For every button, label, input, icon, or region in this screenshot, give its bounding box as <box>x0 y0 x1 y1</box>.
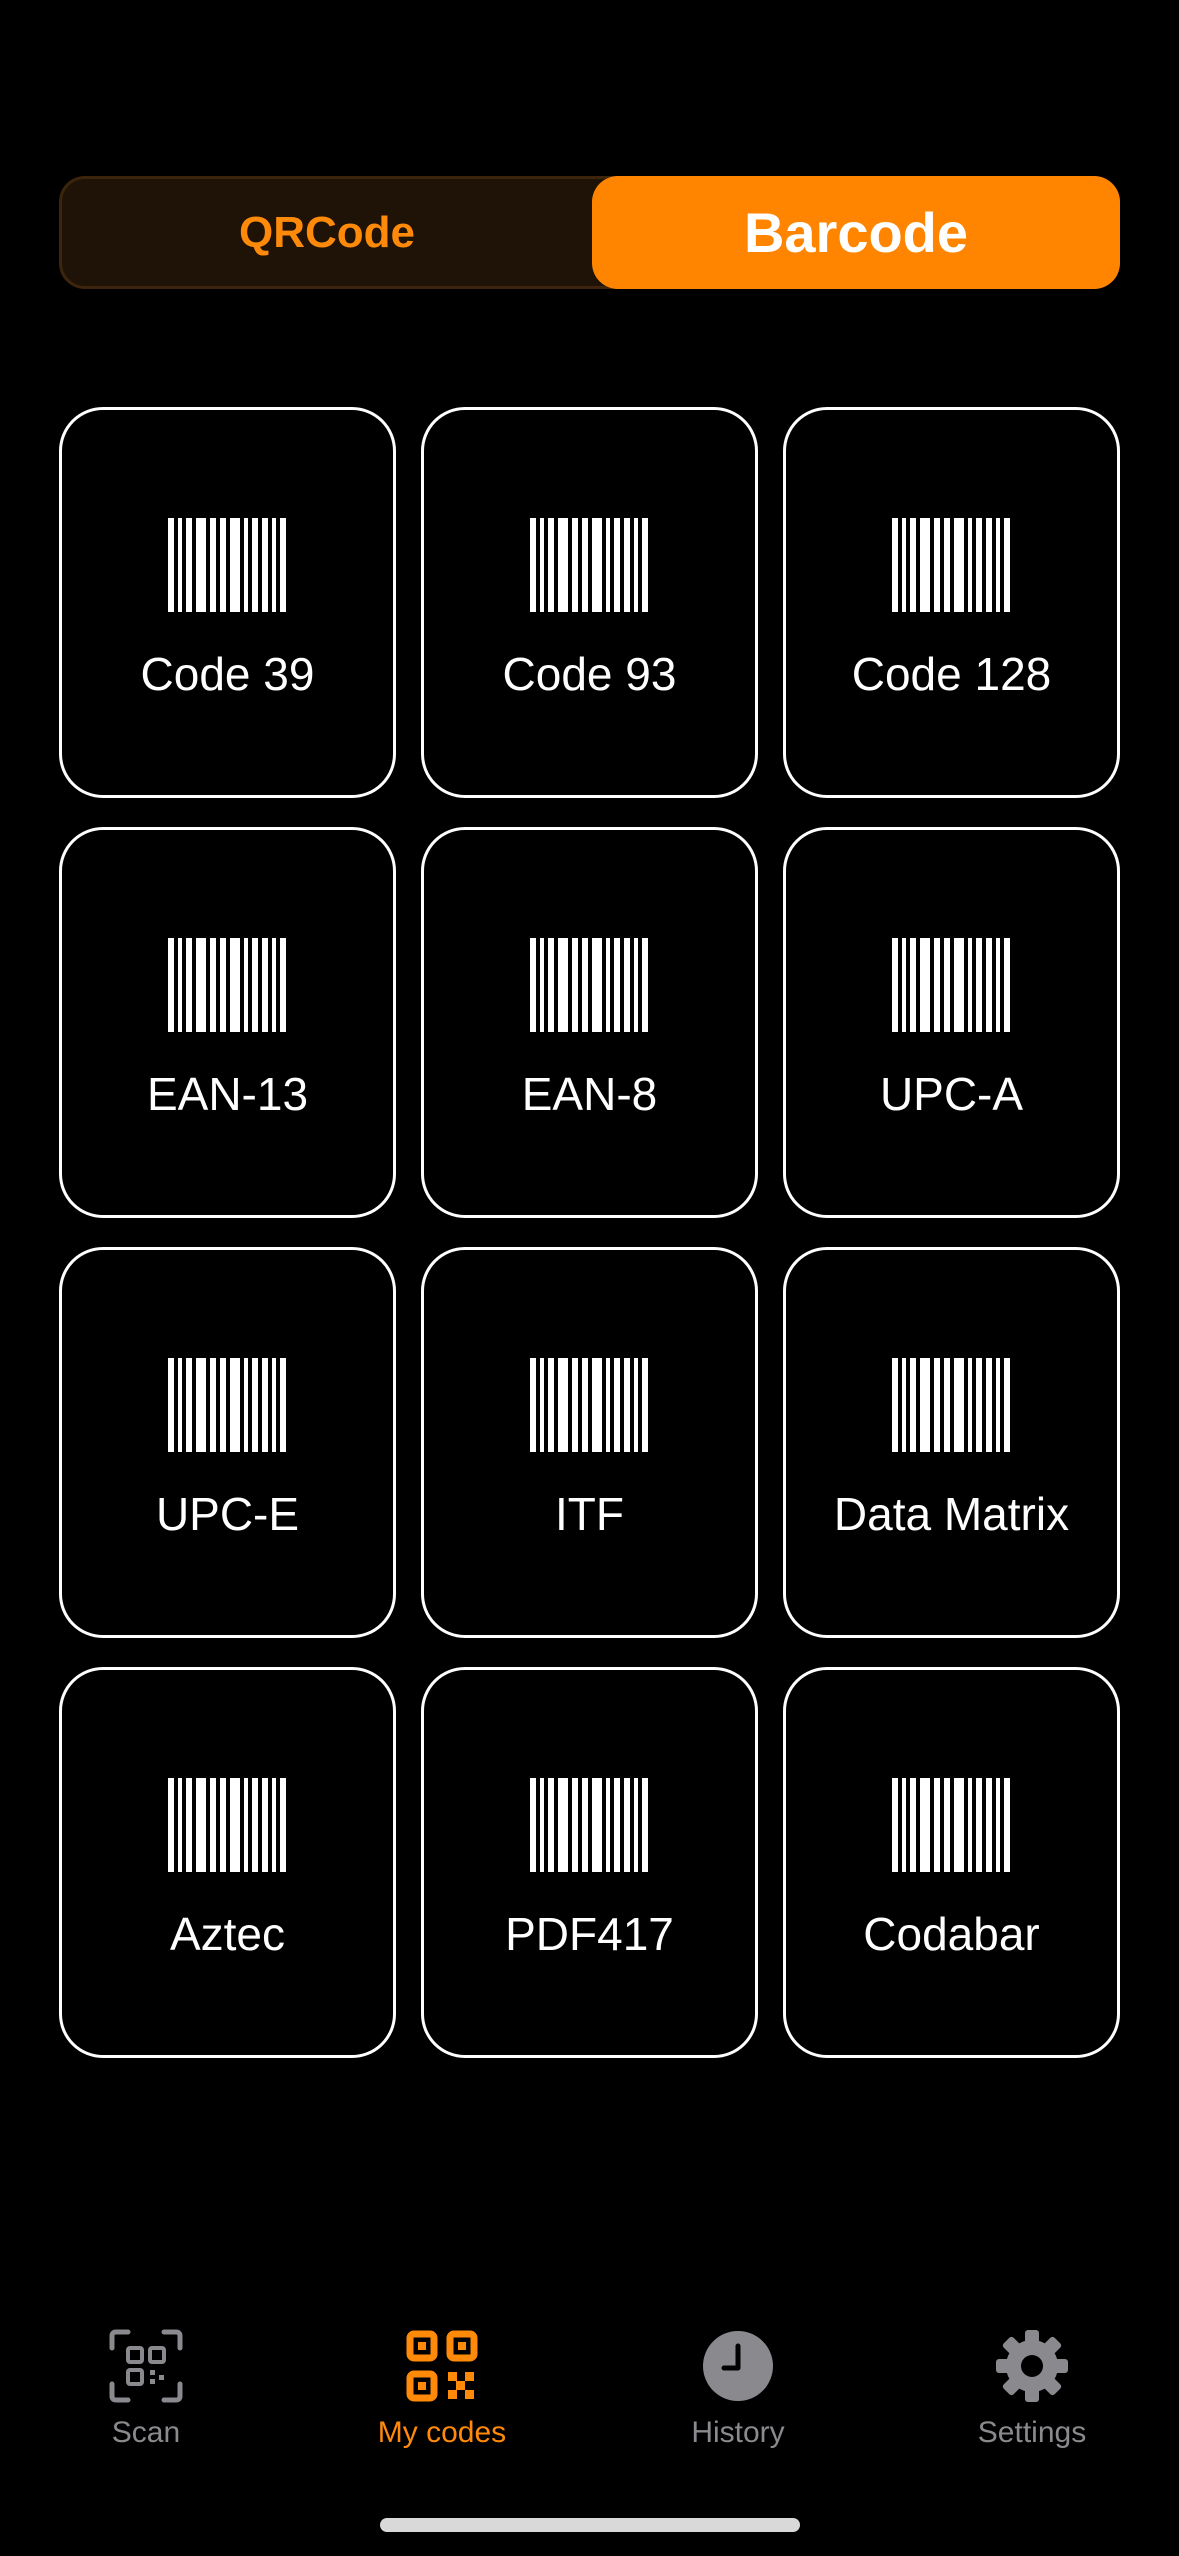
tile-aztec[interactable]: Aztec <box>59 1667 396 2058</box>
qr-code-icon <box>406 2330 478 2402</box>
tile-codabar[interactable]: Codabar <box>783 1667 1120 2058</box>
barcode-icon <box>167 938 286 1032</box>
segment-barcode[interactable]: Barcode <box>592 176 1120 289</box>
tile-code-39[interactable]: Code 39 <box>59 407 396 798</box>
tab-label: Settings <box>977 2416 1087 2449</box>
barcode-icon <box>529 938 648 1032</box>
tile-label: Code 128 <box>851 648 1052 700</box>
barcode-type-grid: Code 39 Code 93 Code 128 EAN-13 EAN-8 UP… <box>59 407 1120 2058</box>
barcode-icon <box>891 518 1010 612</box>
tab-bar: Scan My codes History Settings <box>0 2300 1179 2480</box>
tile-label: Aztec <box>169 1908 286 1960</box>
tab-label: History <box>691 2416 785 2449</box>
tile-upc-e[interactable]: UPC-E <box>59 1247 396 1638</box>
tile-label: EAN-13 <box>146 1068 309 1120</box>
tile-itf[interactable]: ITF <box>421 1247 758 1638</box>
tab-label: My codes <box>377 2416 507 2449</box>
tile-label: Codabar <box>863 1908 1040 1960</box>
code-type-segmented-control: QRCode Barcode <box>59 176 1120 289</box>
tile-code-93[interactable]: Code 93 <box>421 407 758 798</box>
barcode-icon <box>529 518 648 612</box>
tile-label: EAN-8 <box>521 1068 658 1120</box>
barcode-icon <box>529 1358 648 1452</box>
tile-pdf417[interactable]: PDF417 <box>421 1667 758 2058</box>
tile-upc-a[interactable]: UPC-A <box>783 827 1120 1218</box>
home-indicator <box>380 2518 800 2532</box>
tab-my-codes[interactable]: My codes <box>322 2300 562 2460</box>
tab-label: Scan <box>111 2416 181 2449</box>
tile-ean-13[interactable]: EAN-13 <box>59 827 396 1218</box>
tab-history[interactable]: History <box>618 2300 858 2460</box>
tile-label: UPC-E <box>155 1488 300 1540</box>
barcode-icon <box>891 938 1010 1032</box>
tile-code-128[interactable]: Code 128 <box>783 407 1120 798</box>
barcode-icon <box>891 1358 1010 1452</box>
gear-icon <box>996 2330 1068 2402</box>
screen: QRCode Barcode Code 39 Code 93 Code 128 … <box>0 0 1179 2556</box>
barcode-icon <box>529 1778 648 1872</box>
tile-ean-8[interactable]: EAN-8 <box>421 827 758 1218</box>
tab-settings[interactable]: Settings <box>912 2300 1152 2460</box>
barcode-icon <box>167 518 286 612</box>
tab-scan[interactable]: Scan <box>26 2300 266 2460</box>
tile-label: ITF <box>555 1488 624 1540</box>
segment-qrcode[interactable]: QRCode <box>62 179 592 286</box>
barcode-icon <box>167 1778 286 1872</box>
tile-label: Code 93 <box>502 648 677 700</box>
clock-icon <box>703 2331 773 2401</box>
tile-label: PDF417 <box>505 1908 674 1960</box>
barcode-icon <box>891 1778 1010 1872</box>
barcode-icon <box>167 1358 286 1452</box>
tile-label: Code 39 <box>140 648 315 700</box>
qr-scan-icon <box>109 2329 183 2403</box>
tile-data-matrix[interactable]: Data Matrix <box>783 1247 1120 1638</box>
tile-label: UPC-A <box>879 1068 1024 1120</box>
tile-label: Data Matrix <box>833 1488 1070 1540</box>
